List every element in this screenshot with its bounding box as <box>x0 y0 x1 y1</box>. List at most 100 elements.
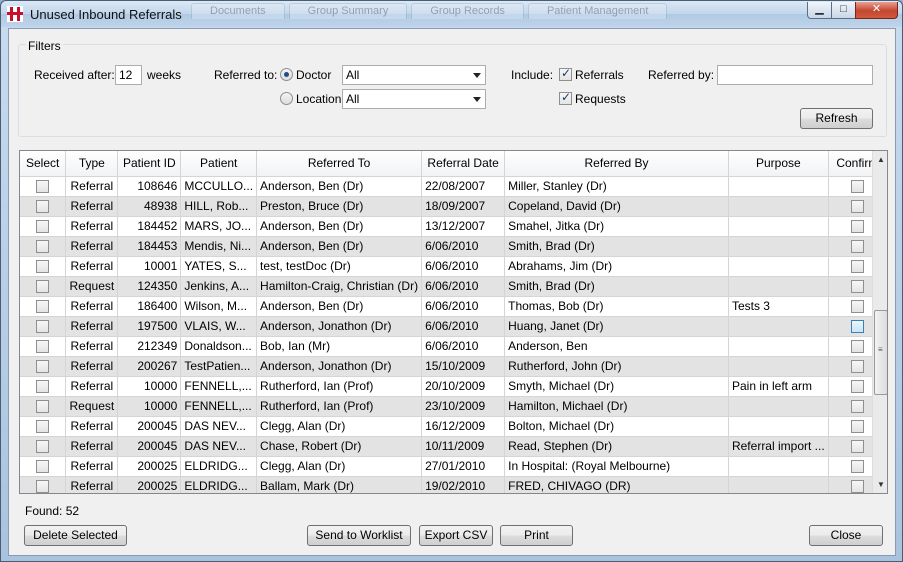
confirm-checkbox[interactable] <box>850 480 864 493</box>
table-row[interactable]: Referral 200045 DAS NEV... Chase, Robert (D… <box>20 436 887 457</box>
select-checkbox[interactable] <box>36 400 50 414</box>
table-row[interactable]: Referral 197500 VLAIS, W... Anderson, Jonat… <box>20 316 887 337</box>
select-checkbox[interactable] <box>36 280 50 294</box>
confirm-checkbox[interactable] <box>850 420 864 434</box>
cell-type: Request <box>65 276 119 297</box>
referrals-table[interactable]: Select Type Patient ID Patient Referred To Re… <box>19 150 888 494</box>
column-header[interactable]: Referred By <box>504 151 729 177</box>
chevron-down-icon <box>473 73 481 78</box>
column-header[interactable]: Patient ID <box>117 151 182 177</box>
cell-patient-id: 200045 <box>117 436 182 457</box>
table-row[interactable]: Request 10000 FENNELL,... Rutherford, Ian (… <box>20 396 887 417</box>
doctor-radio[interactable] <box>280 68 293 81</box>
table-row[interactable]: Referral 108646 MCCULLO... Anderson, Ben (D… <box>20 176 887 197</box>
confirm-checkbox[interactable] <box>850 360 864 374</box>
table-row[interactable]: Referral 186400 Wilson, M... Anderson, Ben … <box>20 296 887 317</box>
cell-select <box>20 276 67 297</box>
table-row[interactable]: Referral 10001 YATES, S... test, testDoc (D… <box>20 256 887 277</box>
cell-referral-date: 16/12/2009 <box>421 416 506 437</box>
table-row[interactable]: Referral 200025 ELDRIDG... Clegg, Alan (Dr)… <box>20 456 887 477</box>
scroll-up-icon[interactable]: ▲ <box>873 151 887 168</box>
confirm-checkbox[interactable] <box>850 440 864 454</box>
print-button[interactable]: Print <box>500 525 573 546</box>
table-row[interactable]: Referral 10000 FENNELL,... Rutherford, Ian … <box>20 376 887 397</box>
location-radio[interactable] <box>280 92 293 105</box>
cell-type: Referral <box>65 216 119 237</box>
cell-referred-to: Anderson, Jonathon (Dr) <box>256 356 423 377</box>
select-checkbox[interactable] <box>36 420 50 434</box>
title-bar[interactable]: Unused Inbound Referrals Documents Group… <box>1 1 902 27</box>
column-header[interactable]: Referred To <box>256 151 423 177</box>
cell-referral-date: 6/06/2010 <box>421 316 506 337</box>
delete-selected-button[interactable]: Delete Selected <box>24 525 127 546</box>
table-row[interactable]: Request 124350 Jenkins, A... Hamilton-Craig… <box>20 276 887 297</box>
select-checkbox[interactable] <box>36 300 50 314</box>
confirm-checkbox[interactable] <box>850 300 864 314</box>
cell-referred-to: Anderson, Ben (Dr) <box>256 236 423 257</box>
received-after-label: Received after: <box>34 68 115 82</box>
select-checkbox[interactable] <box>36 480 50 493</box>
cell-type: Referral <box>65 336 119 357</box>
column-header[interactable]: Type <box>65 151 119 177</box>
table-row[interactable]: Referral 200025 ELDRIDG... Ballam, Mark (Dr… <box>20 476 887 493</box>
confirm-checkbox[interactable] <box>850 220 864 234</box>
column-header[interactable]: Purpose <box>728 151 829 177</box>
confirm-checkbox[interactable] <box>850 400 864 414</box>
table-row[interactable]: Referral 212349 Donaldson... Bob, Ian (Mr) 6… <box>20 336 887 357</box>
select-checkbox[interactable] <box>36 440 50 454</box>
confirm-checkbox[interactable] <box>850 320 864 334</box>
select-checkbox[interactable] <box>36 240 50 254</box>
confirm-checkbox[interactable] <box>850 460 864 474</box>
doctor-select[interactable]: All <box>342 65 486 85</box>
confirm-checkbox[interactable] <box>850 180 864 194</box>
maximize-button[interactable]: □ <box>831 2 856 19</box>
select-checkbox[interactable] <box>36 360 50 374</box>
table-row[interactable]: Referral 184453 Mendis, Ni... Anderson, Ben… <box>20 236 887 257</box>
column-header[interactable]: Select <box>20 151 67 177</box>
table-row[interactable]: Referral 200045 DAS NEV... Clegg, Alan (Dr)… <box>20 416 887 437</box>
confirm-checkbox[interactable] <box>850 260 864 274</box>
cell-purpose <box>728 316 829 337</box>
close-window-button[interactable]: ✕ <box>855 2 898 19</box>
select-checkbox[interactable] <box>36 180 50 194</box>
referrals-grid: Select Type Patient ID Patient Referred To Re… <box>20 151 887 493</box>
location-select[interactable]: All <box>342 89 486 109</box>
select-checkbox[interactable] <box>36 340 50 354</box>
close-button[interactable]: Close <box>809 525 883 546</box>
table-header-row: Select Type Patient ID Patient Referred To Re… <box>20 151 887 177</box>
refresh-button[interactable]: Refresh <box>800 108 873 129</box>
select-checkbox[interactable] <box>36 260 50 274</box>
minimize-button[interactable]: ▁ <box>807 2 832 19</box>
select-checkbox[interactable] <box>36 200 50 214</box>
select-checkbox[interactable] <box>36 380 50 394</box>
confirm-checkbox[interactable] <box>850 280 864 294</box>
column-header[interactable]: Referral Date <box>421 151 506 177</box>
export-csv-label: Export CSV <box>424 528 488 542</box>
scroll-down-icon[interactable]: ▼ <box>873 476 887 493</box>
scroll-thumb[interactable]: ≡ <box>874 310 887 395</box>
send-to-worklist-label: Send to Worklist <box>315 528 403 542</box>
cell-patient-id: 10000 <box>117 396 182 417</box>
send-to-worklist-button[interactable]: Send to Worklist <box>307 525 411 546</box>
table-row[interactable]: Referral 184452 MARS, JO... Anderson, Ben (… <box>20 216 887 237</box>
cell-referred-to: Bob, Ian (Mr) <box>256 336 423 357</box>
column-header[interactable]: Patient <box>180 151 258 177</box>
confirm-checkbox[interactable] <box>850 340 864 354</box>
select-checkbox[interactable] <box>36 460 50 474</box>
referrals-checkbox[interactable] <box>559 66 572 81</box>
export-csv-button[interactable]: Export CSV <box>419 525 493 546</box>
cell-patient: TestPatien... <box>180 356 258 377</box>
confirm-checkbox[interactable] <box>850 240 864 254</box>
confirm-checkbox[interactable] <box>850 200 864 214</box>
cell-patient-id: 200045 <box>117 416 182 437</box>
referred-by-input[interactable] <box>717 65 873 85</box>
requests-checkbox[interactable] <box>559 90 572 105</box>
select-checkbox[interactable] <box>36 320 50 334</box>
received-after-input[interactable]: 12 <box>115 65 142 85</box>
confirm-checkbox[interactable] <box>850 380 864 394</box>
table-row[interactable]: Referral 48938 HILL, Rob... Preston, Bruce … <box>20 196 887 217</box>
vertical-scrollbar[interactable]: ▲ ≡ ▼ <box>872 151 887 493</box>
table-row[interactable]: Referral 200267 TestPatien... Anderson, Jon… <box>20 356 887 377</box>
cell-referred-by: Read, Stephen (Dr) <box>504 436 729 457</box>
select-checkbox[interactable] <box>36 220 50 234</box>
